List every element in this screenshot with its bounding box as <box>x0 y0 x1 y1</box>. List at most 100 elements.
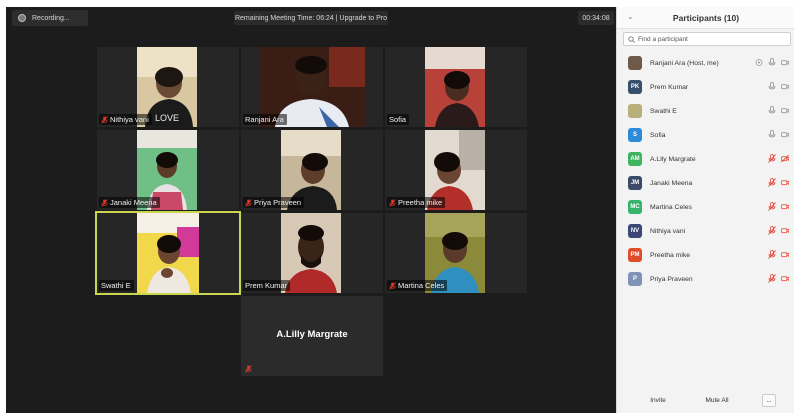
participant-name: Prem Kumar <box>245 281 288 290</box>
avatar: NV <box>628 224 642 238</box>
avatar: P <box>628 272 642 286</box>
participant-status-icons <box>768 226 789 235</box>
muted-mic-icon[interactable] <box>768 226 776 235</box>
muted-mic-icon <box>245 198 252 207</box>
participant-row[interactable]: Ranjani Ara (Host, me) <box>617 51 794 75</box>
participant-name: Swathi E <box>101 281 131 290</box>
mic-icon[interactable] <box>768 82 776 91</box>
avatar: AM <box>628 152 642 166</box>
participant-name: Janaki Meena <box>110 198 157 207</box>
video-tile-preetha[interactable]: Preetha mike <box>385 130 527 210</box>
participant-row[interactable]: PM Preetha mike <box>617 243 794 267</box>
participant-status-icons <box>768 106 789 115</box>
participant-name: Janaki Meena <box>650 179 693 187</box>
participant-name: Ranjani Ara (Host, me) <box>650 59 719 67</box>
mic-icon[interactable] <box>768 58 776 67</box>
mute-all-button[interactable]: Mute All <box>699 394 735 407</box>
muted-mic-icon[interactable] <box>768 178 776 187</box>
participant-name-tag: Nithiya vani <box>99 114 152 125</box>
avatar: PK <box>628 80 642 94</box>
upgrade-banner[interactable]: Remaining Meeting Time: 06:24 | Upgrade … <box>234 11 388 25</box>
participant-name-tag: Martina Celes <box>387 280 448 291</box>
participant-row[interactable]: S Sofia <box>617 123 794 147</box>
participant-name: Preetha mike <box>650 251 691 259</box>
participant-name: Nithiya vani <box>650 227 686 235</box>
mic-icon[interactable] <box>768 106 776 115</box>
participant-display-name: A.Lilly Margrate <box>276 329 348 340</box>
video-tile-janaki[interactable]: Janaki Meena <box>97 130 239 210</box>
video-tile-ranjani[interactable]: Ranjani Ara <box>241 47 383 127</box>
meeting-gallery-view: Recording... Remaining Meeting Time: 06:… <box>6 7 616 413</box>
recording-label: Recording... <box>32 14 70 22</box>
video-off-icon[interactable] <box>781 250 789 259</box>
video-off-icon[interactable] <box>781 226 789 235</box>
video-off-icon[interactable] <box>781 274 789 283</box>
participant-video <box>425 47 485 127</box>
video-tile-martina[interactable]: Martina Celes <box>385 213 527 293</box>
search-icon <box>628 35 635 43</box>
participant-name: Martina Celes <box>398 281 445 290</box>
participant-name-tag: Janaki Meena <box>99 197 160 208</box>
participant-row[interactable]: Swathi E <box>617 99 794 123</box>
avatar: JM <box>628 176 642 190</box>
participant-status-icons <box>768 202 789 211</box>
participants-panel-footer: Invite Mute All ... <box>617 387 794 413</box>
video-off-icon[interactable] <box>781 154 789 163</box>
recording-indicator[interactable]: Recording... <box>12 10 88 26</box>
more-options-button[interactable]: ... <box>762 394 776 407</box>
participant-status-icons <box>768 250 789 259</box>
meeting-top-bar: Recording... Remaining Meeting Time: 06:… <box>6 7 616 29</box>
participant-row[interactable]: MC Martina Celes <box>617 195 794 219</box>
muted-mic-icon <box>389 281 396 290</box>
muted-mic-icon <box>101 115 108 124</box>
participant-name: Sofia <box>389 115 407 124</box>
video-tile-sofia[interactable]: Sofia <box>385 47 527 127</box>
video-tile-swathi-active-speaker[interactable]: Swathi E <box>95 211 241 295</box>
mic-icon[interactable] <box>768 130 776 139</box>
video-off-icon[interactable] <box>781 178 789 187</box>
participants-panel: ⌄ Participants (10) Ranjani Ara (Host, m… <box>616 7 794 413</box>
participant-name: Martina Celes <box>650 203 692 211</box>
muted-mic-icon[interactable] <box>768 274 776 283</box>
invite-button[interactable]: Invite <box>643 394 673 407</box>
video-icon[interactable] <box>781 130 789 139</box>
participant-name-tag <box>243 364 255 374</box>
participant-status-icons <box>768 154 789 163</box>
participant-search-input[interactable] <box>638 35 778 43</box>
participant-name-tag: Ranjani Ara <box>243 114 287 125</box>
participant-video <box>137 213 199 293</box>
participant-name: Swathi E <box>650 107 677 115</box>
record-icon <box>18 14 26 22</box>
participant-name: Preetha mike <box>398 198 443 207</box>
participant-row[interactable]: P Priya Praveen <box>617 267 794 291</box>
participant-row[interactable]: AM A.Llly Margrate <box>617 147 794 171</box>
video-icon[interactable] <box>781 82 789 91</box>
participant-search-box[interactable] <box>623 32 791 46</box>
video-tile-nithiya[interactable]: LOVE Nithiya vani <box>97 47 239 127</box>
muted-mic-icon <box>245 365 252 373</box>
participant-status-icons <box>768 82 789 91</box>
participant-row[interactable]: JM Janaki Meena <box>617 171 794 195</box>
video-tile-priya[interactable]: Priya Praveen <box>241 130 383 210</box>
participant-row[interactable]: NV Nithiya vani <box>617 219 794 243</box>
participant-status-icons <box>768 178 789 187</box>
muted-mic-icon <box>389 198 396 207</box>
video-icon[interactable] <box>781 106 789 115</box>
video-tile-prem[interactable]: Prem Kumar <box>241 213 383 293</box>
video-tile-alilly-no-video[interactable]: A.Lilly Margrate <box>241 296 383 376</box>
muted-mic-icon[interactable] <box>768 202 776 211</box>
participant-status-icons <box>768 130 789 139</box>
participant-name-tag: Preetha mike <box>387 197 446 208</box>
avatar <box>628 104 642 118</box>
participant-name-tag: Swathi E <box>99 280 134 291</box>
video-icon[interactable] <box>781 58 789 67</box>
avatar <box>628 56 642 70</box>
muted-mic-icon[interactable] <box>768 250 776 259</box>
muted-mic-icon[interactable] <box>768 154 776 163</box>
participant-name: A.Llly Margrate <box>650 155 696 163</box>
avatar: MC <box>628 200 642 214</box>
participant-name-tag: Priya Praveen <box>243 197 305 208</box>
participants-panel-header: ⌄ Participants (10) <box>617 7 794 29</box>
video-off-icon[interactable] <box>781 202 789 211</box>
participant-row[interactable]: PK Prem Kumar <box>617 75 794 99</box>
